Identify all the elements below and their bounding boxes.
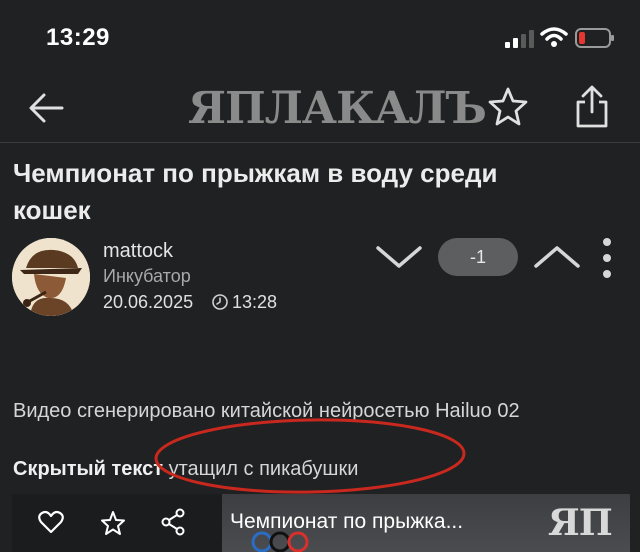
video-player-bar[interactable]: Чемпионат по прыжка... ЯП xyxy=(12,494,630,552)
hidden-text-caption: утащил с пикабушки xyxy=(163,458,359,480)
top-nav-bar: ЯПЛАКАЛЪ xyxy=(0,72,640,143)
avatar[interactable] xyxy=(12,238,90,316)
author-rank: Инкубатор xyxy=(103,266,191,286)
status-time: 13:29 xyxy=(46,24,110,51)
author-name[interactable]: mattock xyxy=(103,240,173,263)
vote-up-icon[interactable] xyxy=(532,242,582,272)
avatar-image xyxy=(12,238,90,316)
video-share-icon[interactable] xyxy=(160,508,186,536)
red-annotation-ellipse xyxy=(154,418,466,494)
heart-icon[interactable] xyxy=(38,510,64,534)
vote-down-icon[interactable] xyxy=(374,242,424,272)
hidden-text-toggle[interactable]: Скрытый текст xyxy=(13,458,163,480)
post-date: 20.06.2025 xyxy=(103,292,194,312)
video-star-icon[interactable] xyxy=(100,510,126,536)
cellular-signal-icon xyxy=(505,30,534,48)
video-title[interactable]: Чемпионат по прыжка... xyxy=(230,510,463,534)
arrow-left-icon[interactable] xyxy=(26,90,66,126)
hidden-text-line: Скрытый текст утащил с пикабушки xyxy=(13,458,358,481)
star-icon[interactable] xyxy=(488,86,528,126)
post-time: 13:28 xyxy=(232,292,278,312)
video-watermark-logo: ЯП xyxy=(548,502,613,544)
post-description: Видео сгенерировано китайской нейросетью… xyxy=(13,400,520,422)
site-logo[interactable]: ЯПЛАКАЛЪ xyxy=(188,82,487,136)
post-title: Чемпионат по прыжкам в воду среди кошек xyxy=(13,158,498,225)
post-rating: -1 xyxy=(438,238,518,276)
share-icon[interactable] xyxy=(574,84,610,128)
more-options-icon[interactable] xyxy=(598,236,616,280)
battery-icon xyxy=(575,28,614,48)
status-bar: 13:29 xyxy=(0,0,640,70)
wifi-icon xyxy=(540,27,568,47)
clock-icon xyxy=(212,294,228,310)
